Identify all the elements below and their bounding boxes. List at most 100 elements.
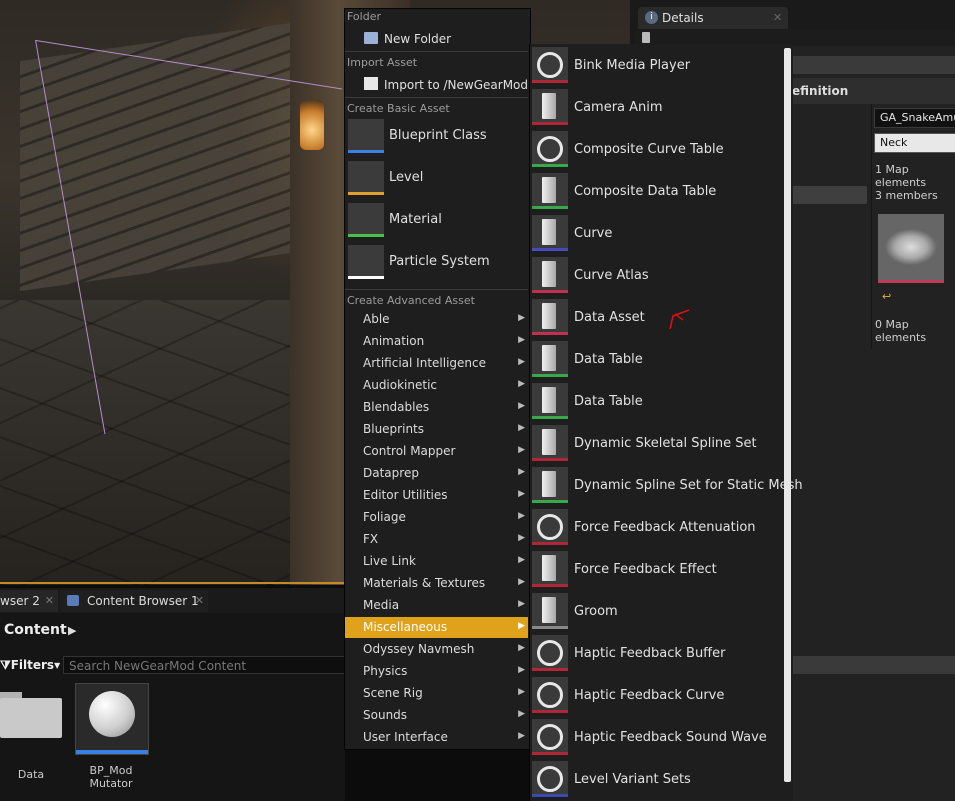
submenu-asset-item[interactable]: Data Table [532, 381, 782, 421]
chevron-right-icon: ▶ [518, 357, 525, 367]
submenu-asset-item[interactable]: Force Feedback Effect [532, 549, 782, 589]
trash-icon[interactable] [642, 32, 650, 43]
menu-section-basic: Create Basic Asset [347, 102, 450, 115]
submenu-asset-item[interactable]: Curve [532, 213, 782, 253]
basic-asset-item[interactable]: Blueprint Class [348, 117, 528, 155]
menu-category-item[interactable]: Materials & Textures ▶ [345, 573, 528, 594]
table-icon [532, 173, 568, 209]
submenu-asset-item[interactable]: Level Variant Sets [532, 759, 782, 799]
submenu-asset-item[interactable]: Groom [532, 591, 782, 631]
chevron-right-icon: ▶ [518, 335, 525, 345]
menu-category-item[interactable]: Dataprep ▶ [345, 463, 528, 484]
menu-category-label: Able [363, 312, 390, 326]
ring-glyph [537, 514, 563, 540]
new-folder-icon [364, 32, 378, 44]
menu-category-item[interactable]: Scene Rig ▶ [345, 683, 528, 704]
menu-divider [345, 97, 528, 98]
menu-category-item[interactable]: FX ▶ [345, 529, 528, 550]
menu-category-item[interactable]: Physics ▶ [345, 661, 528, 682]
filters-button[interactable]: ⧩Filters▾ [0, 656, 60, 674]
breadcrumb-content[interactable]: Content [4, 617, 67, 643]
menu-category-item[interactable]: User Interface ▶ [345, 727, 528, 748]
submenu-asset-item[interactable]: Dynamic Spline Set for Static Mesh [532, 465, 803, 505]
ring-icon [532, 719, 568, 755]
basic-asset-item[interactable]: Particle System [348, 243, 528, 281]
new-folder-item[interactable]: New Folder [364, 28, 451, 47]
asset-label: Data [17, 768, 45, 781]
details-section-header[interactable]: efinition [790, 78, 955, 104]
menu-category-item[interactable]: Sounds ▶ [345, 705, 528, 726]
mesh-thumbnail[interactable] [878, 214, 944, 283]
ability-field[interactable]: GA_SnakeAmul [874, 108, 955, 128]
submenu-asset-item[interactable]: Dynamic Skeletal Spline Set [532, 423, 782, 463]
atlas-icon [532, 257, 568, 293]
section-header-label: efinition [792, 84, 849, 98]
menu-category-item[interactable]: Able ▶ [345, 309, 528, 330]
chevron-right-icon: ▶ [518, 489, 525, 499]
basic-asset-item[interactable]: Level [348, 159, 528, 197]
tablet-glyph [542, 177, 556, 203]
submenu-asset-item[interactable]: Composite Data Table [532, 171, 782, 211]
menu-category-item[interactable]: Odyssey Navmesh ▶ [345, 639, 528, 660]
submenu-asset-item[interactable]: Haptic Feedback Curve [532, 675, 782, 715]
menu-category-label: Miscellaneous [363, 620, 448, 634]
submenu-asset-label: Haptic Feedback Buffer [574, 646, 726, 661]
slot-dropdown[interactable]: Neck [874, 133, 955, 153]
submenu-asset-item[interactable]: Camera Anim [532, 87, 782, 127]
menu-category-label: Artificial Intelligence [363, 356, 486, 370]
menu-category-item[interactable]: Artificial Intelligence ▶ [345, 353, 528, 374]
submenu-asset-item[interactable]: Bink Media Player [532, 45, 782, 85]
tablet-glyph [542, 219, 556, 245]
ring-icon [532, 635, 568, 671]
ring-glyph [537, 724, 563, 750]
menu-category-item[interactable]: Blueprints ▶ [345, 419, 528, 440]
folder-asset[interactable] [0, 690, 62, 738]
scrollbar[interactable] [784, 48, 791, 782]
menu-category-item[interactable]: Audiokinetic ▶ [345, 375, 528, 396]
gamepad-icon [532, 551, 568, 587]
tab-details[interactable]: i Details ✕ [638, 7, 788, 29]
material-icon [348, 203, 384, 237]
submenu-asset-item[interactable]: Composite Curve Table [532, 129, 782, 169]
tab-content-browser-2[interactable]: wser 2 ✕ [0, 590, 58, 612]
tablet-glyph [542, 597, 556, 623]
menu-category-item[interactable]: Live Link ▶ [345, 551, 528, 572]
basic-asset-item[interactable]: Material [348, 201, 528, 239]
tablet-glyph [542, 429, 556, 455]
selected-property-row[interactable] [790, 186, 867, 204]
import-item[interactable]: Import to /NewGearMod... [364, 74, 539, 93]
menu-category-item[interactable]: Editor Utilities ▶ [345, 485, 528, 506]
folder-icon-body [0, 698, 62, 738]
menu-category-item[interactable]: Media ▶ [345, 595, 528, 616]
submenu-asset-label: Dynamic Spline Set for Static Mesh [574, 478, 803, 493]
chevron-right-icon: ▶ [518, 379, 525, 389]
tablet-glyph [542, 387, 556, 413]
close-icon[interactable]: ✕ [773, 7, 782, 29]
submenu-asset-item[interactable]: Haptic Feedback Sound Wave [532, 717, 782, 757]
menu-category-label: Odyssey Navmesh [363, 642, 475, 656]
close-icon[interactable]: ✕ [45, 590, 54, 612]
chevron-right-icon: ▶ [518, 577, 525, 587]
blueprint-asset[interactable] [75, 683, 149, 755]
members-count: 3 members [875, 189, 938, 202]
menu-category-item[interactable]: Blendables ▶ [345, 397, 528, 418]
menu-category-item[interactable]: Control Mapper ▶ [345, 441, 528, 462]
property-divider[interactable] [871, 104, 872, 349]
submenu-asset-item[interactable]: Haptic Feedback Buffer [532, 633, 782, 673]
close-icon[interactable]: ✕ [195, 590, 204, 612]
ring-glyph [537, 766, 563, 792]
menu-category-item[interactable]: Miscellaneous ▶ [345, 617, 528, 638]
search-input[interactable]: Search NewGearMod Content [63, 656, 346, 674]
menu-category-item[interactable]: Animation ▶ [345, 331, 528, 352]
submenu-asset-item[interactable]: Force Feedback Attenuation [532, 507, 782, 547]
chevron-right-icon[interactable]: ▶ [68, 624, 76, 637]
asset-label: BP_Mod Mutator [89, 764, 133, 790]
reset-arrow-icon[interactable]: ↩ [882, 290, 891, 303]
content-browser-icon [67, 595, 79, 606]
tab-content-browser-1[interactable]: Content Browser 1 ✕ [60, 590, 208, 612]
submenu-asset-item[interactable]: Data Table [532, 339, 782, 379]
menu-category-item[interactable]: Foliage ▶ [345, 507, 528, 528]
submenu-asset-item[interactable]: Data Asset [532, 297, 782, 337]
details-search-bar[interactable] [790, 56, 955, 74]
submenu-asset-item[interactable]: Curve Atlas [532, 255, 782, 295]
